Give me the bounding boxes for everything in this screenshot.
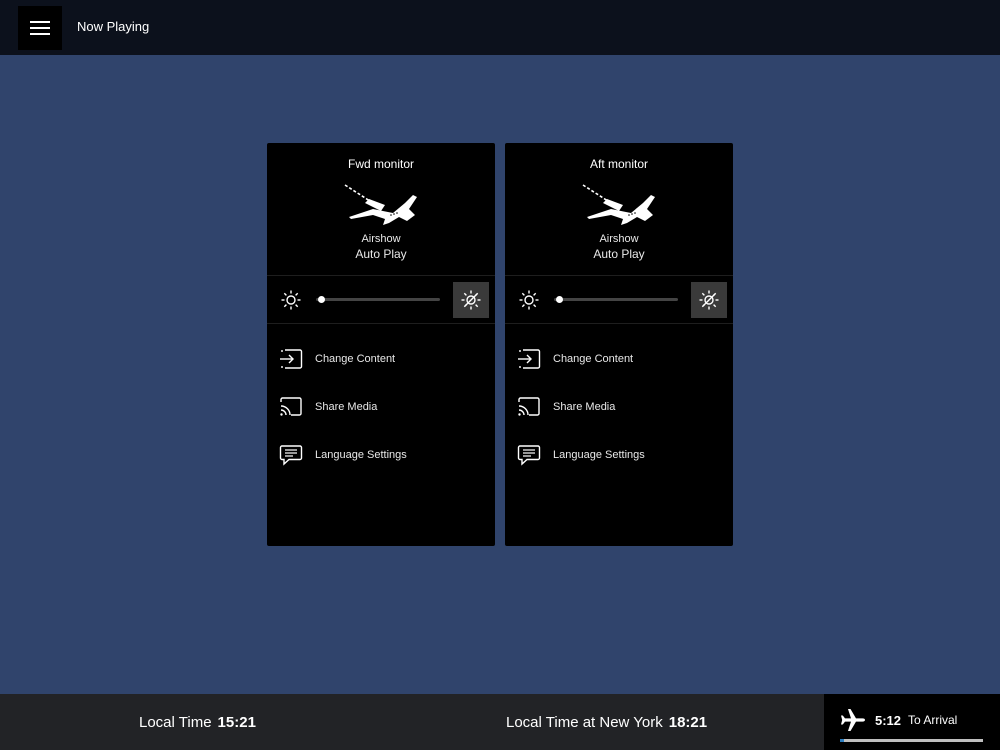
aft-monitor-panel: Aft monitor Airshow Auto Play Change Con… — [505, 143, 733, 546]
menu-item-label: Language Settings — [553, 449, 645, 461]
play-mode: Auto Play — [593, 247, 645, 261]
chat-icon — [279, 445, 303, 466]
local-time: Local Time 15:21 — [139, 714, 256, 731]
source-name: Airshow — [599, 233, 639, 245]
monitor-name: Fwd monitor — [347, 157, 415, 171]
airplane-icon — [841, 709, 865, 731]
change-content-icon — [518, 349, 541, 369]
brightness-icon — [519, 290, 539, 310]
local-time-label: Local Time — [139, 714, 212, 731]
language-settings-item[interactable]: Language Settings — [267, 432, 495, 480]
brightness-off-icon — [461, 290, 481, 310]
menu-button[interactable] — [18, 6, 62, 50]
bottom-bar: Local Time 15:21 Local Time at New York 18… — [0, 694, 1000, 750]
time-to-arrival: 5:12 — [875, 713, 902, 728]
flight-progress-bar — [840, 739, 983, 742]
play-mode: Auto Play — [355, 247, 407, 261]
brightness-slider[interactable] — [554, 296, 678, 303]
flight-progress-fill — [840, 739, 845, 742]
top-bar: Now Playing — [0, 0, 1000, 55]
brightness-control — [267, 276, 495, 324]
cast-icon — [280, 397, 302, 416]
change-content-item[interactable]: Change Content — [267, 336, 495, 384]
monitor-header[interactable]: Fwd monitor Airshow Auto Play — [267, 143, 495, 276]
brightness-icon — [281, 290, 301, 310]
menu-item-label: Change Content — [553, 353, 634, 365]
menu-item-label: Share Media — [553, 401, 616, 413]
airplane-icon — [582, 184, 655, 225]
arrival-label: To Arrival — [908, 713, 958, 727]
menu-item-label: Change Content — [315, 353, 396, 365]
monitor-menu: Change Content Share Media Language Sett… — [267, 324, 495, 480]
language-settings-item[interactable]: Language Settings — [505, 432, 733, 480]
destination-time: Local Time at New York 18:21 — [506, 714, 707, 731]
monitor-header[interactable]: Aft monitor Airshow Auto Play — [505, 143, 733, 276]
share-media-item[interactable]: Share Media — [505, 384, 733, 432]
page-title: Now Playing — [77, 19, 150, 34]
monitor-name: Aft monitor — [589, 157, 649, 171]
share-media-item[interactable]: Share Media — [267, 384, 495, 432]
brightness-off-icon — [699, 290, 719, 310]
hamburger-menu-icon — [30, 21, 50, 35]
destination-time-label: Local Time at New York — [506, 714, 663, 731]
display-off-button[interactable] — [691, 282, 727, 318]
brightness-control — [505, 276, 733, 324]
arrival-info[interactable]: 5:12 To Arrival — [824, 694, 1000, 750]
menu-item-label: Language Settings — [315, 449, 407, 461]
menu-item-label: Share Media — [315, 401, 378, 413]
chat-icon — [517, 445, 541, 466]
cast-icon — [518, 397, 540, 416]
slider-handle[interactable] — [318, 296, 326, 303]
source-name: Airshow — [361, 233, 401, 245]
display-off-button[interactable] — [453, 282, 489, 318]
brightness-slider[interactable] — [316, 296, 440, 303]
destination-time-value: 18:21 — [668, 714, 708, 731]
monitor-menu: Change Content Share Media Language Sett… — [505, 324, 733, 480]
local-time-value: 15:21 — [217, 714, 256, 731]
fwd-monitor-panel: Fwd monitor Airshow Auto Play Change Con… — [267, 143, 495, 546]
change-content-icon — [280, 349, 303, 369]
airplane-icon — [344, 184, 417, 225]
main-content: Fwd monitor Airshow Auto Play Change Con… — [0, 55, 1000, 694]
change-content-item[interactable]: Change Content — [505, 336, 733, 384]
slider-handle[interactable] — [556, 296, 564, 303]
